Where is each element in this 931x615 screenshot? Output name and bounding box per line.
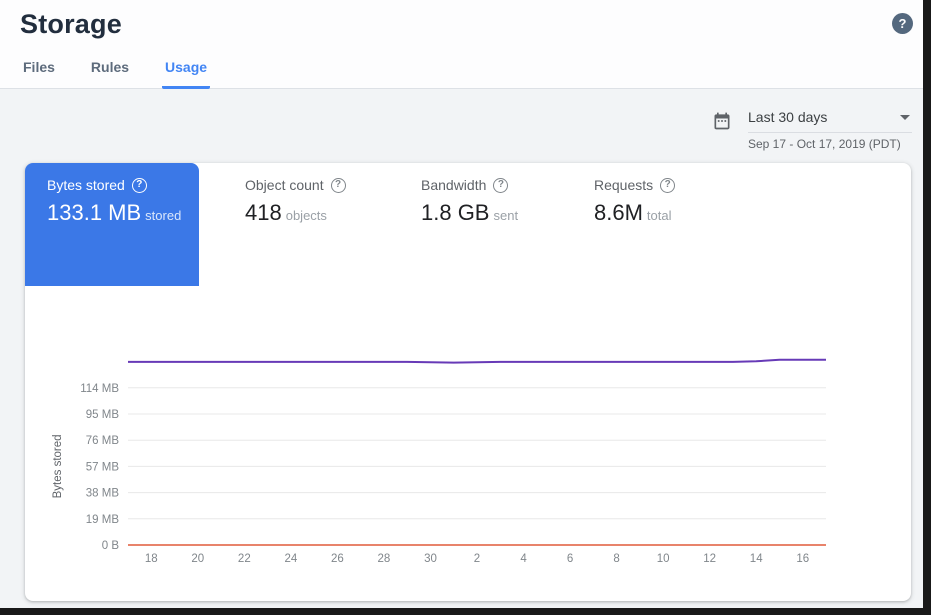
x-tick-label: 6 bbox=[567, 553, 573, 565]
x-tick-label: 8 bbox=[613, 553, 619, 565]
usage-chart: 0 B19 MB38 MB57 MB76 MB95 MB114 MB182022… bbox=[25, 335, 911, 587]
x-tick-label: 22 bbox=[238, 553, 251, 565]
x-tick-label: 14 bbox=[750, 553, 763, 565]
y-tick-label: 57 MB bbox=[86, 461, 120, 473]
stat-tile-bandwidth[interactable]: Bandwidth ? 1.8 GB sent bbox=[399, 163, 518, 226]
y-tick-label: 19 MB bbox=[86, 514, 120, 526]
help-icon: ? bbox=[899, 16, 907, 31]
date-range-detail: Sep 17 - Oct 17, 2019 (PDT) bbox=[748, 137, 912, 151]
date-range-row: Last 30 days bbox=[748, 109, 912, 133]
stat-value: 418 objects bbox=[245, 200, 346, 226]
stat-value-text: 418 bbox=[245, 200, 282, 225]
x-tick-label: 12 bbox=[703, 553, 716, 565]
x-tick-label: 10 bbox=[657, 553, 670, 565]
app-window: Storage ? Files Rules Usage Last 30 days… bbox=[0, 0, 931, 615]
tab-files[interactable]: Files bbox=[20, 59, 58, 89]
x-tick-label: 28 bbox=[378, 553, 391, 565]
y-tick-label: 0 B bbox=[102, 540, 120, 552]
y-tick-label: 76 MB bbox=[86, 435, 120, 447]
y-tick-label: 38 MB bbox=[86, 488, 120, 500]
x-tick-label: 26 bbox=[331, 553, 344, 565]
y-tick-label: 114 MB bbox=[80, 383, 119, 395]
stat-unit: objects bbox=[286, 208, 327, 223]
series-line bbox=[128, 360, 826, 363]
stat-label: Requests ? bbox=[594, 177, 675, 193]
x-tick-label: 20 bbox=[191, 553, 204, 565]
date-range-text: Last 30 days Sep 17 - Oct 17, 2019 (PDT) bbox=[748, 109, 912, 151]
stat-value-text: 1.8 GB bbox=[421, 200, 489, 225]
stat-label-text: Bandwidth bbox=[421, 177, 486, 193]
x-tick-label: 30 bbox=[424, 553, 437, 565]
stat-tile-bytes-stored[interactable]: Bytes stored ? 133.1 MB stored bbox=[25, 163, 199, 286]
stat-value: 8.6M total bbox=[594, 200, 675, 226]
help-button[interactable]: ? bbox=[892, 13, 913, 34]
tab-rules[interactable]: Rules bbox=[88, 59, 132, 89]
stat-tile-object-count[interactable]: Object count ? 418 objects bbox=[223, 163, 346, 226]
help-icon[interactable]: ? bbox=[493, 178, 508, 193]
stat-value: 1.8 GB sent bbox=[421, 200, 518, 226]
y-tick-label: 95 MB bbox=[86, 409, 120, 421]
stat-label: Bandwidth ? bbox=[421, 177, 518, 193]
help-icon[interactable]: ? bbox=[132, 178, 147, 193]
tab-usage[interactable]: Usage bbox=[162, 59, 210, 89]
stat-label-text: Bytes stored bbox=[47, 177, 125, 193]
stat-unit: total bbox=[647, 208, 672, 223]
stat-label-text: Requests bbox=[594, 177, 653, 193]
stat-tile-requests[interactable]: Requests ? 8.6M total bbox=[572, 163, 675, 226]
stat-label: Bytes stored ? bbox=[47, 177, 199, 193]
y-axis-title: Bytes stored bbox=[52, 434, 64, 498]
stat-value: 133.1 MB stored bbox=[47, 200, 199, 226]
x-tick-label: 4 bbox=[520, 553, 527, 565]
stat-value-text: 8.6M bbox=[594, 200, 643, 225]
stat-label-text: Object count bbox=[245, 177, 324, 193]
x-tick-label: 24 bbox=[284, 553, 297, 565]
calendar-icon bbox=[712, 111, 732, 131]
caret-down-icon bbox=[900, 115, 910, 120]
tab-bar: Files Rules Usage bbox=[20, 59, 240, 89]
stat-label: Object count ? bbox=[245, 177, 346, 193]
usage-card: Bytes stored ? 133.1 MB stored Object cou… bbox=[25, 163, 911, 601]
date-range-picker[interactable]: Last 30 days Sep 17 - Oct 17, 2019 (PDT) bbox=[712, 109, 912, 151]
stat-unit: sent bbox=[493, 208, 518, 223]
stat-unit: stored bbox=[145, 208, 181, 223]
x-tick-label: 18 bbox=[145, 553, 158, 565]
date-range-label: Last 30 days bbox=[748, 109, 827, 125]
page-header: Storage ? Files Rules Usage bbox=[0, 0, 923, 89]
page-title: Storage bbox=[20, 9, 122, 40]
x-tick-label: 16 bbox=[796, 553, 809, 565]
help-icon[interactable]: ? bbox=[660, 178, 675, 193]
x-tick-label: 2 bbox=[474, 553, 480, 565]
help-icon[interactable]: ? bbox=[331, 178, 346, 193]
stat-value-text: 133.1 MB bbox=[47, 200, 141, 225]
